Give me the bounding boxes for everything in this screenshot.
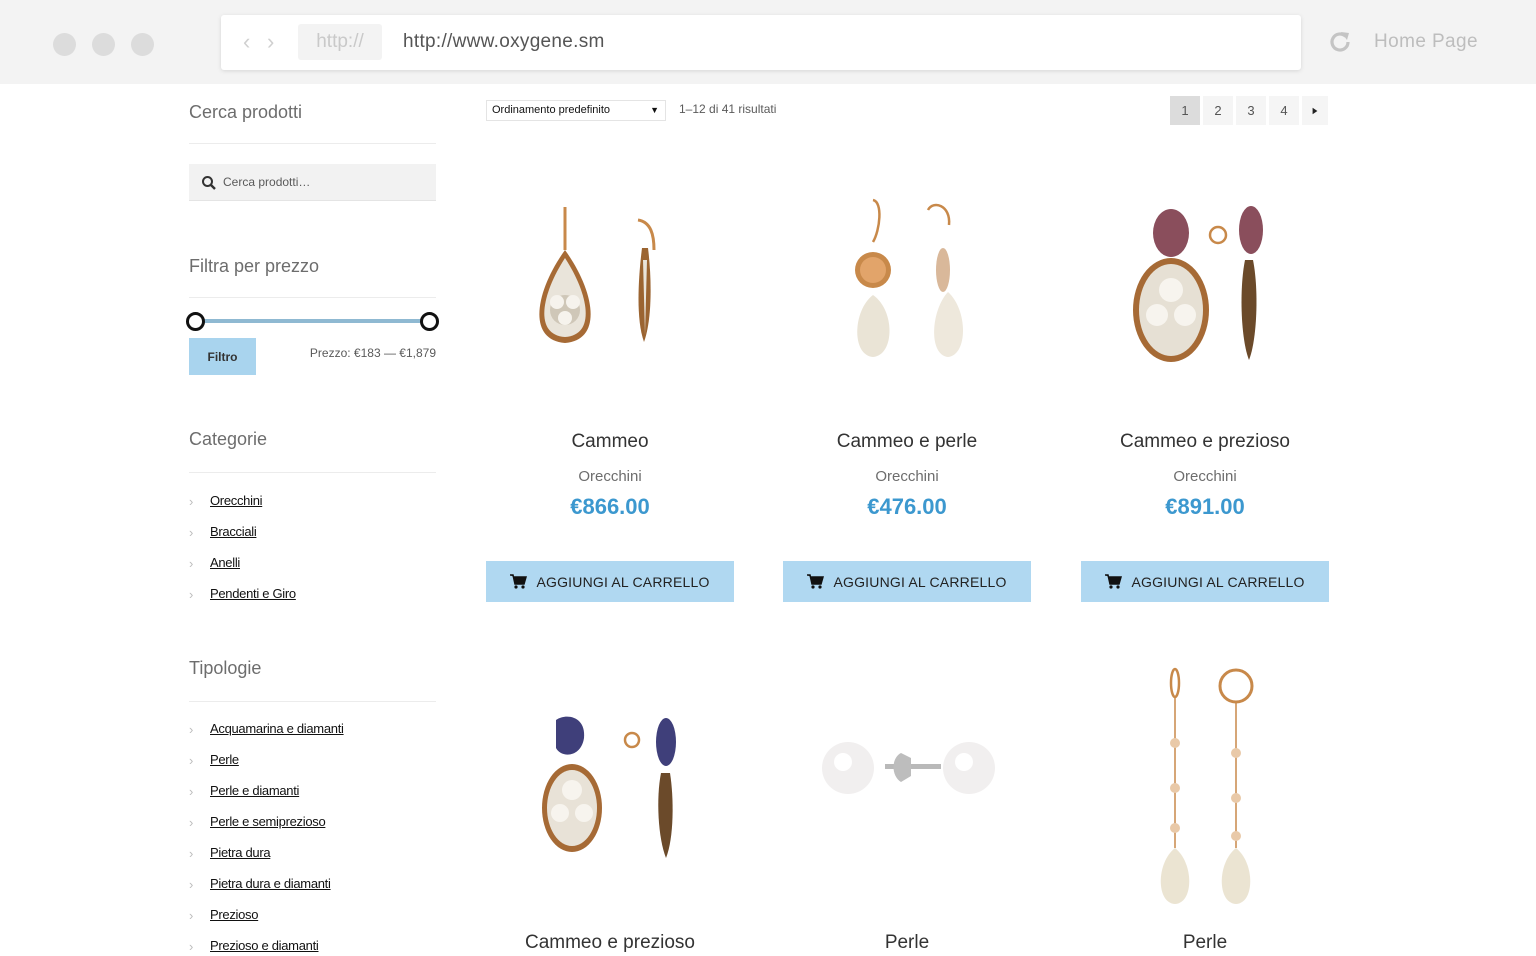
window-dot-minimize[interactable] bbox=[92, 33, 115, 56]
product-title[interactable]: Cammeo e prezioso bbox=[486, 931, 734, 955]
page-1[interactable]: 1 bbox=[1170, 96, 1200, 125]
category-link-anelli[interactable]: Anelli bbox=[210, 554, 240, 572]
cart-icon bbox=[1105, 574, 1123, 589]
product-image[interactable] bbox=[783, 150, 1031, 400]
product-title[interactable]: Perle bbox=[1081, 931, 1329, 955]
chevron-right-icon: › bbox=[189, 877, 194, 892]
url-text[interactable]: http://www.oxygene.sm bbox=[403, 29, 605, 55]
chevron-right-icon: › bbox=[189, 815, 194, 830]
product-price: €866.00 bbox=[570, 494, 650, 519]
window-dot-maximize[interactable] bbox=[131, 33, 154, 56]
back-arrow-icon[interactable]: ‹ bbox=[243, 29, 250, 55]
categories-widget: Categorie bbox=[189, 427, 436, 473]
categories-title: Categorie bbox=[189, 429, 268, 449]
browser-chrome: ‹ › http:// http://www.oxygene.sm Home P… bbox=[0, 0, 1536, 84]
price-range-label: Prezzo: €183 — €1,879 bbox=[309, 346, 436, 360]
cart-icon bbox=[807, 574, 825, 589]
add-to-cart-label: AGGIUNGI AL CARRELLO bbox=[1131, 573, 1305, 590]
protocol-label: http:// bbox=[298, 24, 382, 60]
page-4[interactable]: 4 bbox=[1269, 96, 1299, 125]
forward-arrow-icon[interactable]: › bbox=[267, 29, 274, 55]
search-input[interactable]: Cerca prodotti… bbox=[189, 164, 436, 201]
home-page-link[interactable]: Home Page bbox=[1374, 30, 1478, 54]
divider bbox=[189, 472, 436, 473]
filter-button[interactable]: Filtro bbox=[189, 338, 256, 375]
address-bar[interactable]: ‹ › http:// http://www.oxygene.sm bbox=[221, 15, 1301, 70]
divider bbox=[189, 143, 436, 144]
product-category[interactable]: Orecchini bbox=[486, 467, 734, 487]
next-page-button[interactable] bbox=[1302, 96, 1328, 125]
product-category[interactable]: Orecchini bbox=[1081, 467, 1329, 487]
types-title: Tipologie bbox=[189, 658, 262, 678]
product-image[interactable] bbox=[1081, 658, 1329, 908]
product-card[interactable]: Cammeo e prezioso Orecchini €891.00 AGGI… bbox=[1081, 150, 1329, 602]
type-link[interactable]: Prezioso bbox=[210, 906, 258, 924]
product-image[interactable] bbox=[486, 150, 734, 400]
page-2[interactable]: 2 bbox=[1203, 96, 1233, 125]
product-price: €891.00 bbox=[1165, 494, 1245, 519]
arrow-right-icon bbox=[1312, 107, 1318, 115]
chevron-right-icon: › bbox=[189, 846, 194, 861]
product-image[interactable] bbox=[486, 658, 734, 908]
reload-icon[interactable] bbox=[1326, 28, 1354, 56]
chevron-right-icon: › bbox=[189, 908, 194, 923]
caret-down-icon: ▼ bbox=[650, 105, 659, 115]
category-link-orecchini[interactable]: Orecchini bbox=[210, 492, 263, 510]
window-dot-close[interactable] bbox=[53, 33, 76, 56]
category-link-bracciali[interactable]: Bracciali bbox=[210, 523, 257, 541]
search-icon bbox=[202, 176, 216, 190]
chevron-right-icon: › bbox=[189, 556, 194, 571]
price-filter-title: Filtra per prezzo bbox=[189, 256, 320, 276]
search-placeholder: Cerca prodotti… bbox=[223, 175, 311, 189]
divider bbox=[189, 297, 436, 298]
types-widget: Tipologie bbox=[189, 656, 436, 702]
product-card[interactable]: Perle bbox=[1081, 658, 1329, 956]
product-price: €476.00 bbox=[867, 494, 947, 519]
product-title[interactable]: Cammeo bbox=[486, 430, 734, 454]
type-link[interactable]: Pietra dura bbox=[210, 844, 271, 862]
product-title[interactable]: Perle bbox=[783, 931, 1031, 955]
product-card[interactable]: Perle bbox=[783, 658, 1031, 956]
cart-icon bbox=[510, 574, 528, 589]
page-3[interactable]: 3 bbox=[1236, 96, 1266, 125]
chevron-right-icon: › bbox=[189, 722, 194, 737]
pagination: 1 2 3 4 bbox=[1170, 96, 1328, 125]
type-link[interactable]: Perle e diamanti bbox=[210, 782, 299, 800]
product-category[interactable]: Orecchini bbox=[783, 467, 1031, 487]
search-widget: Cerca prodotti bbox=[189, 100, 436, 144]
add-to-cart-button[interactable]: AGGIUNGI AL CARRELLO bbox=[783, 561, 1031, 602]
chevron-right-icon: › bbox=[189, 494, 194, 509]
product-image[interactable] bbox=[1081, 150, 1329, 400]
results-count: 1–12 di 41 risultati bbox=[679, 102, 777, 116]
type-link[interactable]: Prezioso e diamanti bbox=[210, 937, 319, 955]
divider bbox=[189, 701, 436, 702]
add-to-cart-label: AGGIUNGI AL CARRELLO bbox=[536, 573, 710, 590]
search-widget-title: Cerca prodotti bbox=[189, 102, 303, 122]
chevron-right-icon: › bbox=[189, 525, 194, 540]
product-image[interactable] bbox=[783, 658, 1031, 908]
add-to-cart-button[interactable]: AGGIUNGI AL CARRELLO bbox=[486, 561, 734, 602]
chevron-right-icon: › bbox=[189, 753, 194, 768]
type-link[interactable]: Perle bbox=[210, 751, 239, 769]
type-link[interactable]: Perle e semiprezioso bbox=[210, 813, 326, 831]
type-link[interactable]: Acquamarina e diamanti bbox=[210, 720, 344, 738]
add-to-cart-label: AGGIUNGI AL CARRELLO bbox=[833, 573, 1007, 590]
product-title[interactable]: Cammeo e prezioso bbox=[1081, 430, 1329, 454]
chevron-right-icon: › bbox=[189, 784, 194, 799]
product-title[interactable]: Cammeo e perle bbox=[783, 430, 1031, 454]
sort-select-value: Ordinamento predefinito bbox=[492, 104, 611, 116]
type-link[interactable]: Pietra dura e diamanti bbox=[210, 875, 331, 893]
price-slider-max-handle[interactable] bbox=[420, 312, 439, 331]
price-filter-widget: Filtra per prezzo bbox=[189, 254, 436, 298]
price-slider-min-handle[interactable] bbox=[186, 312, 205, 331]
sort-select[interactable]: Ordinamento predefinito ▼ bbox=[486, 100, 666, 121]
category-link-pendenti[interactable]: Pendenti e Giro bbox=[210, 585, 296, 603]
product-card[interactable]: Cammeo Orecchini €866.00 AGGIUNGI AL CAR… bbox=[486, 150, 734, 602]
add-to-cart-button[interactable]: AGGIUNGI AL CARRELLO bbox=[1081, 561, 1329, 602]
product-card[interactable]: Cammeo e prezioso bbox=[486, 658, 734, 956]
price-slider-track[interactable] bbox=[195, 319, 431, 323]
chevron-right-icon: › bbox=[189, 939, 194, 954]
chevron-right-icon: › bbox=[189, 587, 194, 602]
product-card[interactable]: Cammeo e perle Orecchini €476.00 AGGIUNG… bbox=[783, 150, 1031, 602]
